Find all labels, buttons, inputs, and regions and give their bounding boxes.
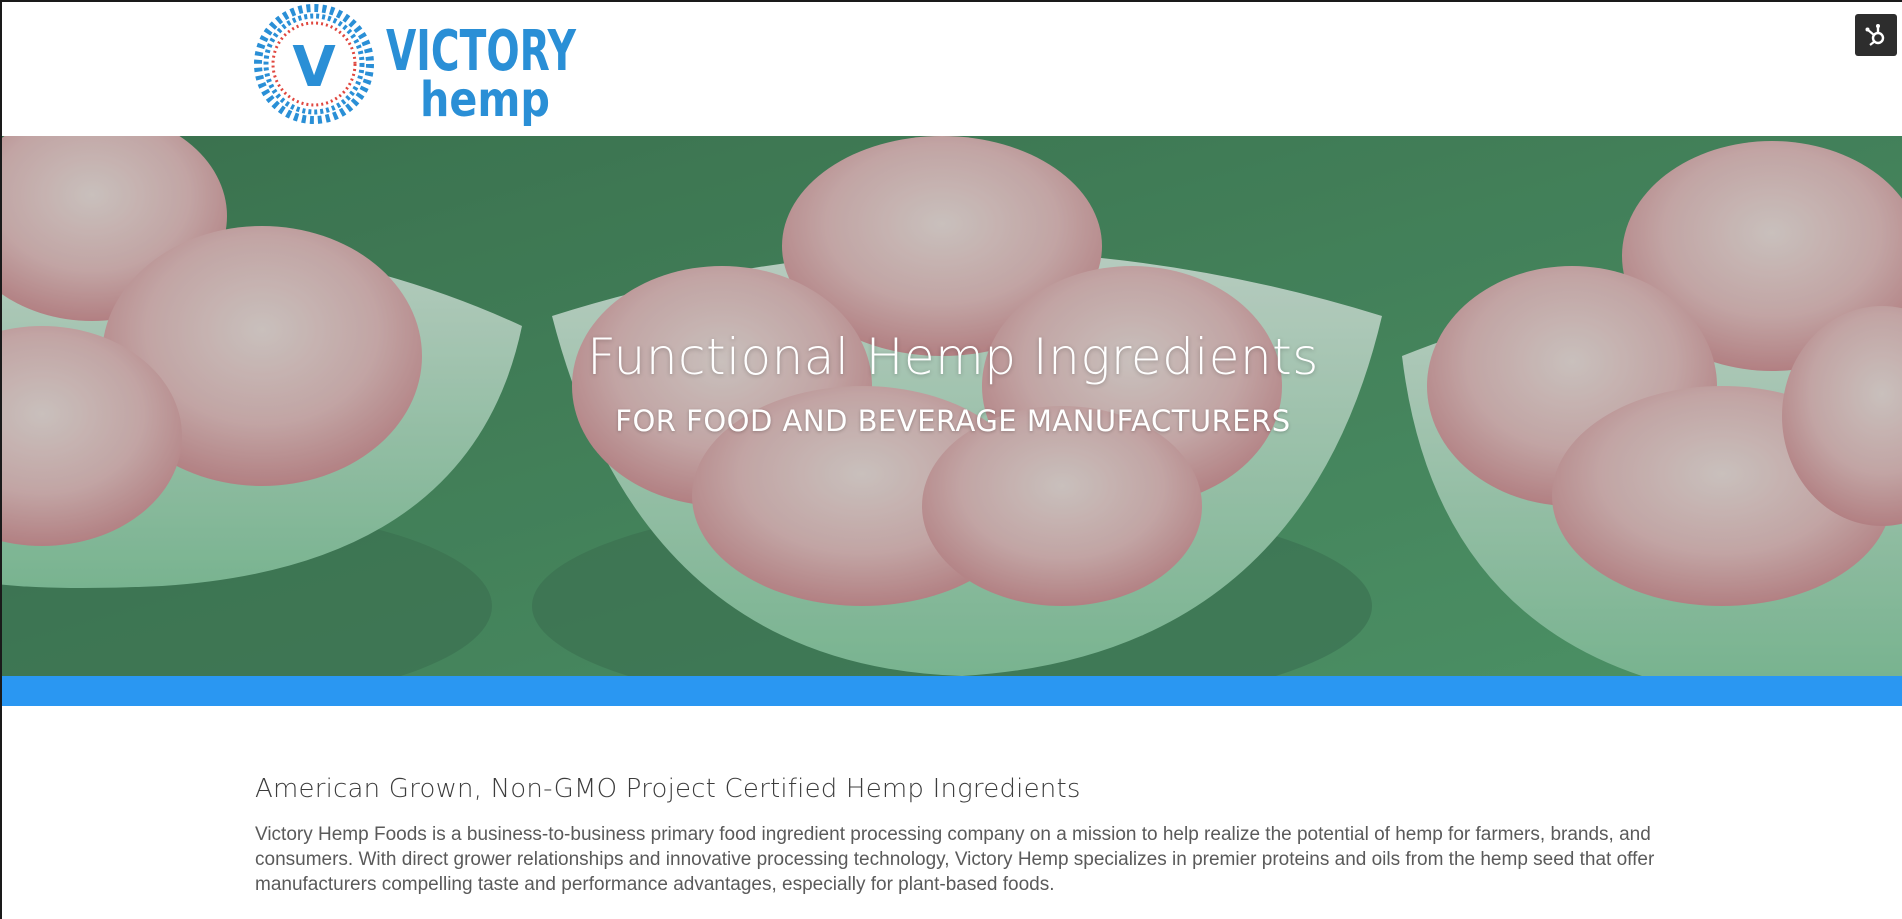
hero-subtitle: FOR FOOD AND BEVERAGE MANUFACTURERS [615, 404, 1291, 438]
logo-monogram: V [292, 35, 336, 100]
intro-section: American Grown, Non-GMO Project Certifie… [255, 774, 1675, 897]
victory-hemp-logo[interactable]: V VICTORY hemp [254, 4, 584, 128]
intro-heading: American Grown, Non-GMO Project Certifie… [255, 774, 1081, 804]
hero-banner: Functional Hemp Ingredients FOR FOOD AND… [2, 136, 1902, 676]
hubspot-chat-button[interactable] [1855, 14, 1897, 56]
page-frame: V VICTORY hemp Functional Hemp Ingredien… [0, 0, 1902, 919]
site-header: V VICTORY hemp [2, 2, 1902, 136]
intro-body: Victory Hemp Foods is a business-to-busi… [255, 824, 1655, 895]
logo-brand-bottom: hemp [420, 72, 550, 128]
hero-title: Functional Hemp Ingredients [587, 328, 1319, 386]
hubspot-sprocket-icon [1865, 24, 1885, 46]
accent-divider [2, 676, 1902, 706]
